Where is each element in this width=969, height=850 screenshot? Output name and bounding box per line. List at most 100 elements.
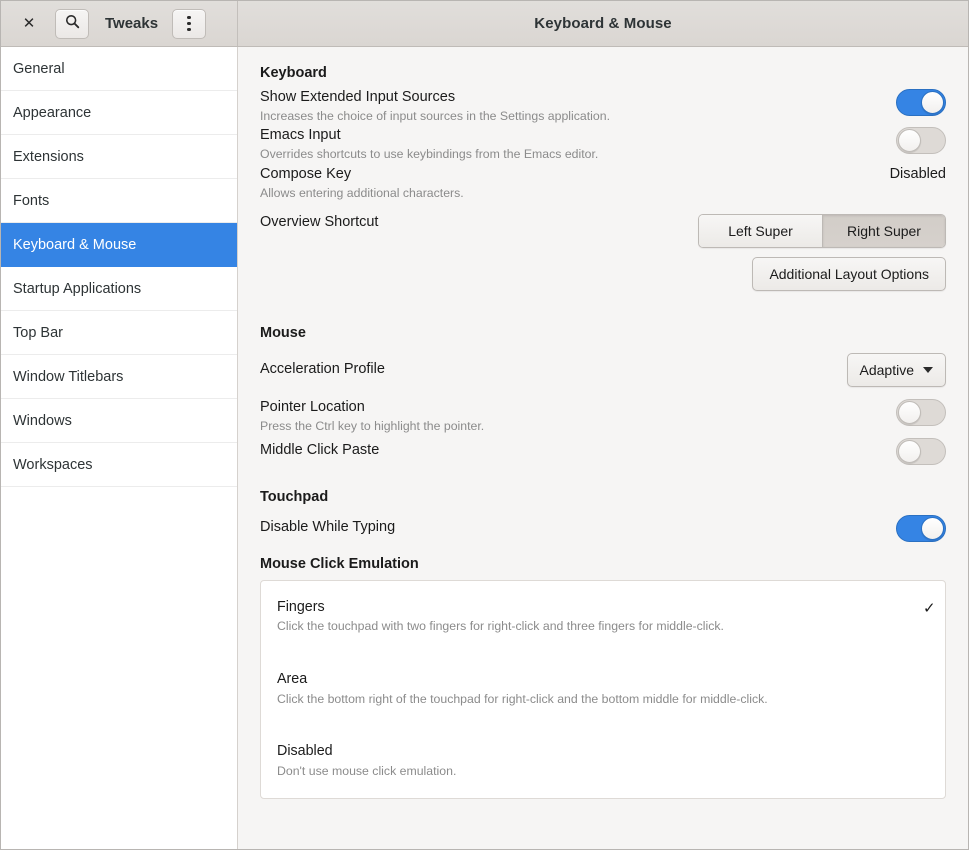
overview-shortcut-left-super-button[interactable]: Left Super [699,215,822,248]
list-item-description: Don't use mouse click emulation. [277,763,457,778]
toggle-emacs-input[interactable] [896,127,946,155]
toggle-show-extended-input-sources[interactable] [896,89,946,116]
row-text: Acceleration Profile [260,359,847,380]
row-control [896,87,946,116]
sidebar-item-keyboard-and-mouse[interactable]: Keyboard & Mouse [1,223,237,267]
row-pointer-location: Pointer Location Press the Ctrl key to h… [260,397,946,435]
sidebar-item-extensions[interactable]: Extensions [1,135,237,179]
sidebar-item-workspaces[interactable]: Workspaces [1,443,237,487]
row-acceleration-profile: Acceleration Profile Adaptive [260,351,946,388]
check-icon [909,741,927,743]
check-icon: ✓ [923,599,936,617]
chevron-down-icon [923,367,933,374]
search-icon [65,14,80,34]
toggle-middle-click-paste[interactable] [896,437,946,465]
row-text: Pointer Location Press the Ctrl key to h… [260,397,896,435]
row-compose-key: Compose Key Allows entering additional c… [260,164,946,202]
check-icon [909,669,927,671]
row-control: Left Super Right Super [698,212,946,249]
toggle-knob [898,129,921,153]
tweaks-window: ✕ Tweaks Keyboard & Mouse General Appear… [0,0,969,850]
sidebar-item-general[interactable]: General [1,47,237,91]
sidebar-item-fonts[interactable]: Fonts [1,179,237,223]
sidebar-item-label: Appearance [13,104,92,121]
row-label: Overview Shortcut [260,214,379,231]
touchpad-section-heading: Touchpad [260,488,329,505]
sidebar-item-appearance[interactable]: Appearance [1,91,237,135]
sidebar-item-window-titlebars[interactable]: Window Titlebars [1,355,237,399]
toggle-pointer-location[interactable] [896,399,946,427]
mouse-click-emulation-listbox: Fingers Click the touchpad with two fing… [260,579,946,799]
row-label: Middle Click Paste [260,441,380,458]
row-description: Allows entering additional characters. [260,185,464,200]
list-item-title: Area [277,671,308,688]
window-body: General Appearance Extensions Fonts Keyb… [1,47,968,849]
list-item-area[interactable]: Area Click the bottom right of the touch… [261,653,945,725]
toggle-disable-while-typing[interactable] [896,514,946,542]
row-middle-click-paste: Middle Click Paste [260,436,946,465]
sidebar: General Appearance Extensions Fonts Keyb… [1,47,238,849]
list-item-fingers[interactable]: Fingers Click the touchpad with two fing… [261,581,945,653]
list-item-text: Area Click the bottom right of the touch… [277,669,768,708]
row-overview-shortcut: Overview Shortcut Left Super Right Super [260,212,946,249]
menu-button[interactable] [172,8,207,39]
row-label: Pointer Location [260,399,365,416]
sidebar-item-label: Extensions [13,148,84,165]
overview-shortcut-right-super-button[interactable]: Right Super [822,215,945,248]
row-label: Disable While Typing [260,518,396,535]
toggle-knob [921,516,944,540]
overview-shortcut-button-group: Left Super Right Super [698,214,946,249]
mouse-section-heading: Mouse [260,325,306,342]
header-right-pane: Keyboard & Mouse [238,1,968,46]
row-label: Emacs Input [260,127,341,144]
sidebar-item-label: Startup Applications [13,280,142,297]
compose-key-value[interactable]: Disabled [890,166,946,182]
row-label: Show Extended Input Sources [260,89,456,105]
search-button[interactable] [55,8,89,39]
sidebar-item-label: Top Bar [13,324,63,341]
sidebar-item-top-bar[interactable]: Top Bar [1,311,237,355]
row-text: Overview Shortcut [260,212,698,233]
row-control: Adaptive [846,351,946,388]
row-text: Compose Key Allows entering additional c… [260,164,890,202]
row-show-extended-input-sources: Show Extended Input Sources Increases th… [260,87,946,125]
row-description: Increases the choice of input sources in… [260,109,610,124]
menu-dots-icon [187,15,191,32]
row-label: Compose Key [260,165,352,182]
row-label: Acceleration Profile [260,360,385,377]
row-disable-while-typing: Disable While Typing [260,513,946,542]
list-item-title: Disabled [277,743,333,760]
row-additional-layout-options: Additional Layout Options [260,255,946,292]
header-left-pane: ✕ Tweaks [1,1,238,46]
row-text: Emacs Input Overrides shortcuts to use k… [260,125,896,163]
sidebar-item-label: General [13,60,65,77]
mouse-click-emulation-heading: Mouse Click Emulation [260,555,419,572]
row-text: Show Extended Input Sources Increases th… [260,87,896,125]
close-icon[interactable]: ✕ [15,10,43,38]
sidebar-item-label: Workspaces [13,456,93,473]
row-control: Disabled [890,164,946,182]
header-bar: ✕ Tweaks Keyboard & Mouse [1,1,968,47]
row-emacs-input: Emacs Input Overrides shortcuts to use k… [260,125,946,163]
sidebar-item-windows[interactable]: Windows [1,399,237,443]
sidebar-item-label: Windows [13,412,72,429]
row-control [896,436,946,465]
toggle-knob [898,439,921,463]
additional-layout-options-button[interactable]: Additional Layout Options [752,257,946,292]
list-item-disabled[interactable]: Disabled Don't use mouse click emulation… [261,725,945,797]
row-text: Disable While Typing [260,517,896,538]
row-control [896,125,946,155]
toggle-knob [898,401,921,425]
row-control [896,397,946,427]
acceleration-profile-dropdown[interactable]: Adaptive [846,353,946,388]
row-text: Middle Click Paste [260,440,896,461]
sidebar-item-startup-applications[interactable]: Startup Applications [1,267,237,311]
list-item-title: Fingers [277,598,325,615]
sidebar-item-label: Window Titlebars [13,368,124,385]
settings-content: Keyboard Show Extended Input Sources Inc… [238,47,968,849]
row-description: Overrides shortcuts to use keybindings f… [260,147,599,162]
toggle-knob [921,91,944,114]
